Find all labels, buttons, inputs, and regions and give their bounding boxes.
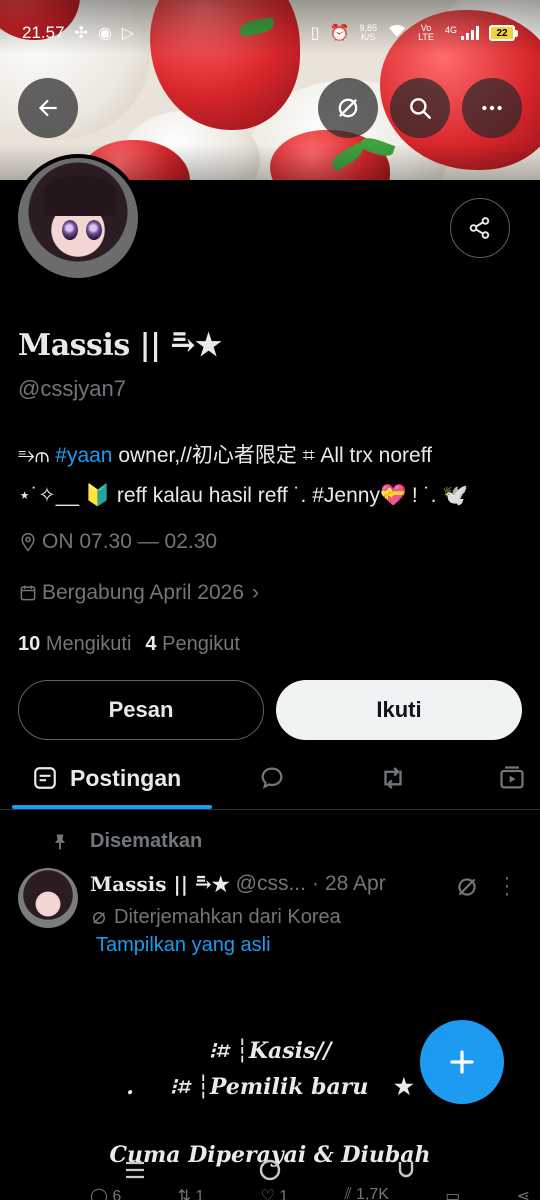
profile-name: Massis || ⥱★ — [18, 328, 222, 363]
translation-note: Diterjemahkan dari Korea — [90, 906, 341, 929]
followers-label: Pengikut — [162, 633, 240, 655]
translate-icon — [338, 98, 358, 118]
search-icon — [410, 98, 431, 119]
bio-hashtag-link[interactable]: #yaan — [55, 444, 112, 467]
plus-icon — [450, 1050, 474, 1074]
bio-line-1: ⥱⫙ #yaan owner,//初心者限定 ⌗ All trx noreff — [18, 436, 528, 476]
search-button[interactable] — [390, 78, 450, 138]
post-translate-button[interactable] — [454, 874, 480, 905]
joined-text: Bergabung April 2026 — [42, 581, 244, 604]
post-header: Massis || ⥱★ @css... · 28 Apr — [90, 872, 386, 896]
volte-label: Vo LTE — [418, 23, 434, 42]
post-author-name[interactable]: Massis || ⥱★ — [90, 872, 230, 896]
profile-handle: @cssjyan7 — [18, 376, 126, 401]
pinned-label: Disematkan — [50, 830, 202, 853]
tab-posts-label: Postingan — [70, 764, 182, 791]
compose-button[interactable] — [420, 1020, 504, 1104]
profile-joined[interactable]: Bergabung April 2026 › — [18, 581, 259, 605]
share-icon — [469, 217, 490, 239]
more-button[interactable] — [462, 78, 522, 138]
repost-icon — [384, 767, 402, 789]
message-button[interactable]: Pesan — [18, 680, 264, 740]
recents-icon — [126, 1161, 144, 1179]
following-link[interactable]: 10 Mengikuti — [18, 633, 131, 656]
follow-stats: 10 Mengikuti 4 Pengikut — [18, 633, 240, 656]
profile-tabs: Postingan — [0, 746, 540, 810]
post-line-2-dot: . — [126, 1074, 134, 1100]
profile-bio: ⥱⫙ #yaan owner,//初心者限定 ⌗ All trx noreff … — [18, 436, 528, 516]
tab-replies[interactable] — [258, 746, 286, 810]
post-author-avatar[interactable] — [18, 868, 78, 928]
system-nav-bar — [0, 1150, 540, 1200]
show-original-link[interactable]: Tampilkan yang asli — [96, 934, 271, 957]
post-more-button[interactable]: · · · — [500, 868, 514, 904]
tab-media[interactable] — [498, 746, 526, 810]
fan-icon: ✣ — [74, 25, 88, 42]
pin-icon — [55, 834, 65, 849]
posts-icon — [34, 767, 56, 789]
wifi-icon — [387, 23, 407, 44]
post-author-handle[interactable]: @css... — [236, 872, 306, 896]
vibrate-icon: ▯ — [310, 25, 320, 42]
bio-text: owner,//初心者限定 ⌗ All trx noreff — [112, 444, 433, 467]
camera-icon: ◉ — [97, 25, 112, 42]
network-type: 4G — [444, 25, 457, 35]
translation-note-text: Diterjemahkan dari Korea — [114, 906, 341, 928]
net-speed: 9,85 K/S — [359, 24, 377, 42]
calendar-icon — [20, 585, 36, 601]
battery-icon: 22 — [489, 25, 518, 41]
follow-button[interactable]: Ikuti — [276, 680, 522, 740]
profile-avatar[interactable] — [14, 154, 142, 282]
back-arrow-icon — [398, 1162, 414, 1178]
status-bar: 21.57 ✣ ◉ ▷ ▯ ⏰ 9,85 K/S Vo LTE 4G 22 — [22, 18, 518, 48]
system-back-button[interactable] — [394, 1158, 418, 1187]
post-line-2-star: ★ — [394, 1074, 414, 1100]
post-line-2-text: ⁝⌗ ┆Pemilik baru — [169, 1074, 369, 1100]
location-pin-icon — [21, 532, 35, 552]
following-label: Mengikuti — [45, 633, 132, 655]
chevron-right-icon: › — [252, 581, 259, 604]
battery-level: 22 — [489, 25, 515, 41]
net-speed-unit: K/S — [360, 32, 376, 42]
followers-link[interactable]: 4 Pengikut — [145, 633, 240, 656]
more-vertical-icon: · · · — [503, 867, 511, 905]
translate-icon — [93, 911, 105, 924]
signal-icon: 4G — [445, 26, 479, 40]
back-button[interactable] — [18, 78, 78, 138]
active-tab-indicator — [12, 805, 212, 809]
status-time: 21.57 — [22, 23, 65, 42]
tab-reposts[interactable] — [378, 746, 408, 810]
bio-line-2: ⋆˙✧__ 🔰 reff kalau hasil reff ˙. #Jenny💝… — [18, 484, 469, 507]
reply-bubble-icon — [261, 767, 283, 789]
translate-icon — [458, 878, 476, 896]
bio-prefix: ⥱⫙ — [18, 444, 50, 467]
recents-button[interactable] — [124, 1160, 146, 1185]
post-separator: · — [311, 872, 319, 895]
location-text: ON 07.30 — 02.30 — [42, 530, 218, 553]
translate-button[interactable] — [318, 78, 378, 138]
tab-posts[interactable]: Postingan — [32, 746, 181, 810]
pinned-text: Disematkan — [90, 830, 203, 852]
media-icon — [500, 766, 524, 789]
followers-count: 4 — [145, 633, 157, 655]
alarm-icon: ⏰ — [329, 25, 350, 42]
home-circle-icon — [259, 1159, 281, 1181]
play-store-icon: ▷ — [121, 25, 135, 42]
post-date: 28 Apr — [324, 872, 386, 895]
home-button[interactable] — [258, 1158, 282, 1187]
share-button[interactable] — [450, 198, 510, 258]
profile-location: ON 07.30 — 02.30 — [18, 530, 217, 554]
arrow-left-icon — [38, 99, 57, 117]
more-horizontal-icon — [482, 105, 502, 111]
following-count: 10 — [18, 633, 41, 655]
